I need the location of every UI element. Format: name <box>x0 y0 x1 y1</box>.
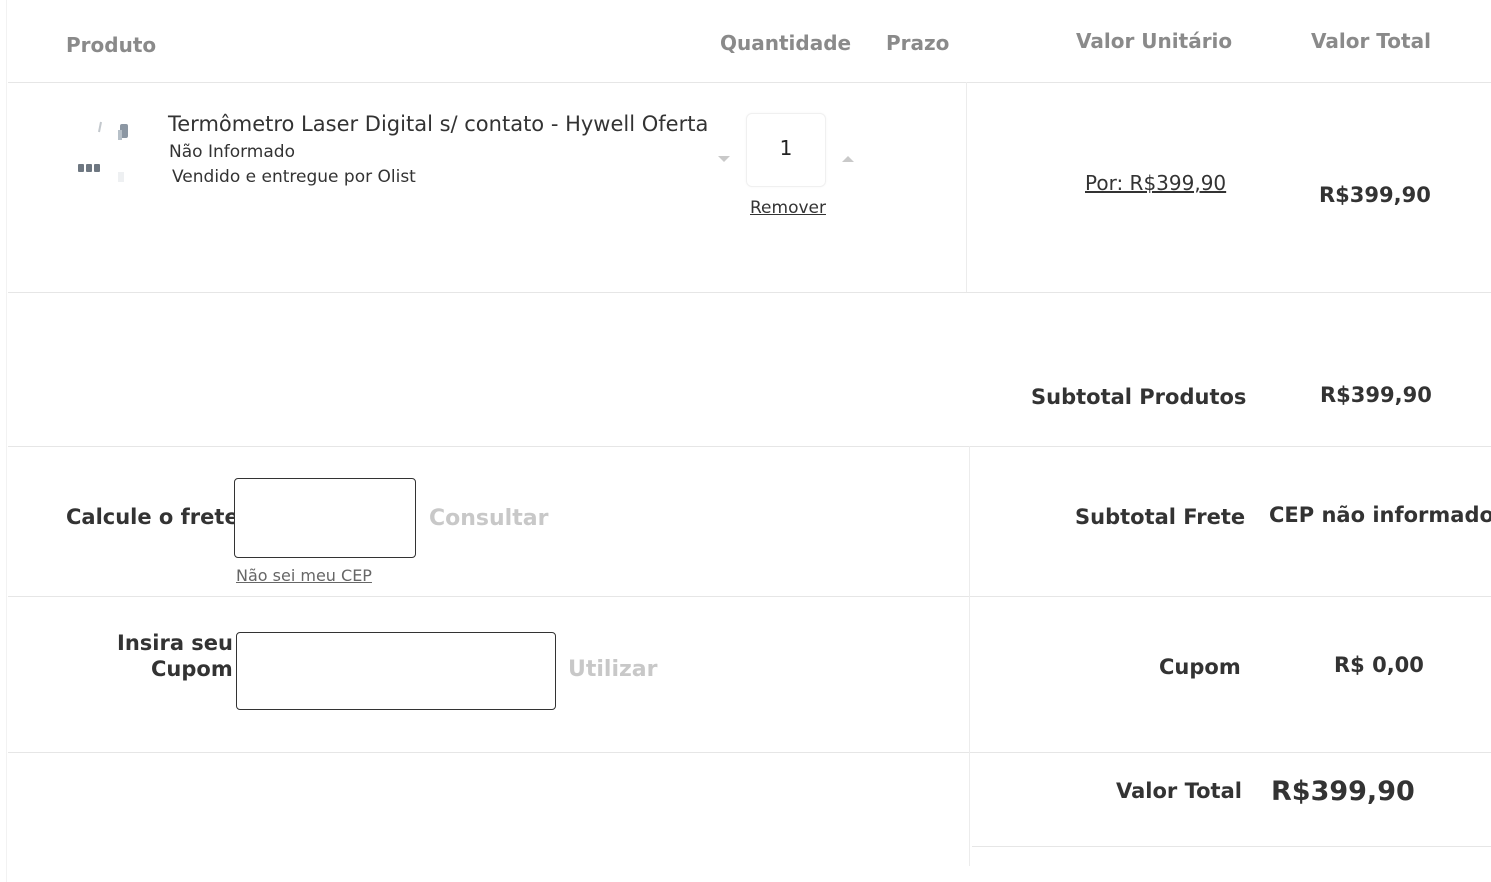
apply-coupon-button[interactable]: Utilizar <box>568 657 658 682</box>
chevron-down-icon[interactable] <box>716 150 732 162</box>
header-divider <box>8 82 1491 83</box>
remove-link[interactable]: Remover <box>750 198 826 218</box>
product-variant: Não Informado <box>169 142 295 162</box>
consult-button[interactable]: Consultar <box>429 506 548 531</box>
header-product: Produto <box>66 33 157 57</box>
left-border <box>6 0 7 882</box>
header-deadline: Prazo <box>886 31 950 55</box>
quantity-input[interactable]: 1 <box>746 113 826 187</box>
product-name[interactable]: Termômetro Laser Digital s/ contato - Hy… <box>168 112 708 136</box>
coupon-divider <box>8 752 1491 753</box>
chevron-up-icon[interactable] <box>840 150 856 162</box>
shipping-label: Calcule o frete <box>66 505 239 529</box>
coupon-label-line1: Insira seu <box>117 631 233 655</box>
unit-price[interactable]: Por: R$399,90 <box>1085 171 1226 195</box>
subtotal-shipping-label: Subtotal Frete <box>1075 505 1246 529</box>
coupon-summary-value: R$ 0,00 <box>1334 653 1424 677</box>
coupon-input[interactable] <box>236 632 556 710</box>
coupon-label-line2: Cupom <box>151 657 233 681</box>
coupon-summary-label: Cupom <box>1159 655 1241 679</box>
product-seller: Vendido e entregue por Olist <box>172 167 416 187</box>
header-unit-value: Valor Unitário <box>1076 29 1233 53</box>
subtotal-shipping-value: CEP não informado <box>1269 503 1491 527</box>
subtotal-products-value: R$399,90 <box>1320 383 1432 407</box>
cep-input[interactable] <box>234 478 416 558</box>
grand-total-label: Valor Total <box>1116 779 1242 803</box>
item-column-divider <box>966 82 967 292</box>
summary-column-divider <box>969 446 970 866</box>
total-divider <box>972 846 1491 847</box>
grand-total-value: R$399,90 <box>1271 776 1415 807</box>
header-quantity: Quantidade <box>720 31 852 55</box>
thermometer-product-icon[interactable] <box>74 112 140 186</box>
shipping-divider <box>8 596 1491 597</box>
subtotal-divider <box>8 446 1491 447</box>
unknown-cep-link[interactable]: Não sei meu CEP <box>236 566 372 585</box>
item-divider <box>8 292 1491 293</box>
header-total-value: Valor Total <box>1311 29 1431 53</box>
subtotal-products-label: Subtotal Produtos <box>1031 385 1247 409</box>
item-total-price: R$399,90 <box>1319 183 1431 207</box>
